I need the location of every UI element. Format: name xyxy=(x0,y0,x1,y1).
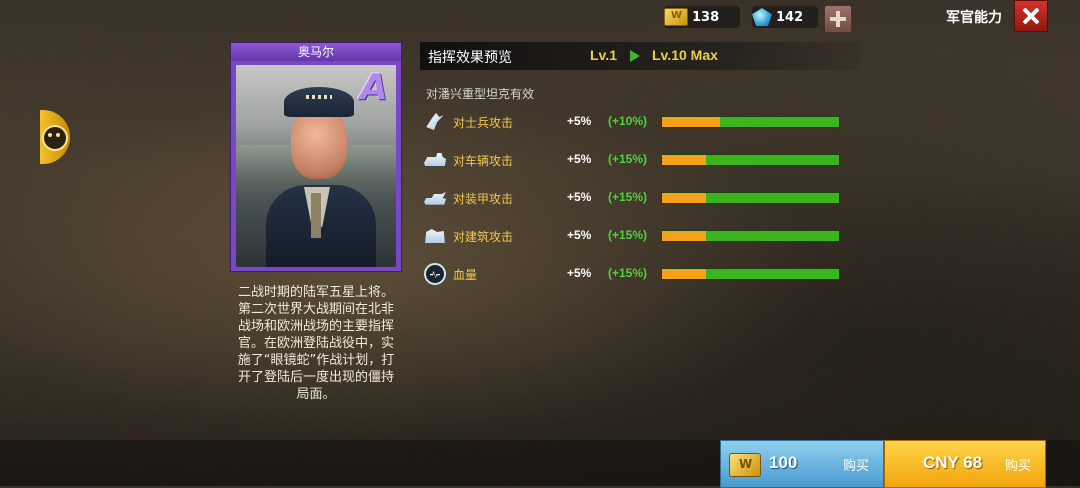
preview-header: 指挥效果预览 Lv.1 Lv.10 Max xyxy=(420,42,860,70)
vehicle-icon xyxy=(424,153,446,166)
stat-bar xyxy=(661,116,840,128)
stat-bar-fill xyxy=(662,231,707,241)
stat-bar-fill xyxy=(662,117,721,127)
stat-label: 血量 xyxy=(453,268,478,282)
gold-counter: 138 xyxy=(664,6,740,28)
building-icon xyxy=(425,229,445,243)
emblem-icon xyxy=(42,125,68,151)
page-title: 军官能力 xyxy=(946,9,1002,25)
stat-bar-fill xyxy=(662,155,707,165)
stat-bonus: (+10%) xyxy=(608,114,648,128)
stat-row: 对建筑攻击 +5% (+15%) xyxy=(422,225,852,249)
arrow-right-icon xyxy=(630,50,640,62)
stat-row: 血量 +5% (+15%) xyxy=(422,263,852,287)
stat-bar xyxy=(661,192,840,204)
armor-icon xyxy=(424,192,446,205)
rank-badge: A xyxy=(360,67,388,108)
buy-label: 购买 xyxy=(843,459,870,474)
officer-name: 奥马尔 xyxy=(231,43,401,61)
stat-bar xyxy=(661,230,840,242)
gold-icon xyxy=(729,453,761,477)
stat-base: +5% xyxy=(567,114,592,128)
stat-base: +5% xyxy=(567,190,592,204)
level-from: Lv.1 xyxy=(590,47,617,63)
gold-price: 100 xyxy=(769,453,798,472)
heart-rate-icon xyxy=(424,263,446,285)
add-currency-button[interactable] xyxy=(824,5,852,33)
officer-portrait: A xyxy=(236,65,396,267)
officer-description: 二战时期的陆军五星上将。第二次世界大战期间在北非战场和欧洲战场的主要指挥官。在欧… xyxy=(237,285,395,402)
effect-note: 对潘兴重型坦克有效 xyxy=(426,87,535,101)
soldier-icon xyxy=(426,113,444,130)
gold-amount: 138 xyxy=(692,9,720,25)
side-expand-tab[interactable] xyxy=(40,110,70,164)
stat-bar-fill xyxy=(662,193,707,203)
cny-price: CNY 68 xyxy=(923,453,983,472)
gem-amount: 142 xyxy=(776,9,804,25)
buy-label: 购买 xyxy=(1005,459,1032,474)
preview-title: 指挥效果预览 xyxy=(428,50,512,66)
officer-card: 奥马尔 A xyxy=(230,42,402,272)
top-bar: 138 142 军官能力 xyxy=(0,0,1080,38)
stat-base: +5% xyxy=(567,152,592,166)
stat-bonus: (+15%) xyxy=(608,190,648,204)
gem-counter: 142 xyxy=(752,6,818,28)
stat-row: 对车辆攻击 +5% (+15%) xyxy=(422,149,852,173)
stat-label: 对建筑攻击 xyxy=(453,230,514,244)
stat-bonus: (+15%) xyxy=(608,152,648,166)
stat-bonus: (+15%) xyxy=(608,228,648,242)
gold-icon xyxy=(664,8,688,26)
close-button[interactable] xyxy=(1014,0,1048,32)
gem-icon xyxy=(752,8,772,26)
stat-label: 对车辆攻击 xyxy=(453,154,514,168)
stat-base: +5% xyxy=(567,228,592,242)
buy-with-cny-button[interactable]: CNY 68 购买 xyxy=(884,440,1046,488)
stat-bonus: (+15%) xyxy=(608,266,648,280)
stat-row: 对装甲攻击 +5% (+15%) xyxy=(422,187,852,211)
stat-label: 对装甲攻击 xyxy=(453,192,514,206)
stat-base: +5% xyxy=(567,266,592,280)
stat-bar-fill xyxy=(662,269,707,279)
stat-row: 对士兵攻击 +5% (+10%) xyxy=(422,111,852,135)
buy-with-gold-button[interactable]: 100 购买 xyxy=(720,440,884,488)
stat-label: 对士兵攻击 xyxy=(453,116,514,130)
stat-bar xyxy=(661,268,840,280)
level-to: Lv.10 Max xyxy=(652,47,718,63)
stat-bar xyxy=(661,154,840,166)
